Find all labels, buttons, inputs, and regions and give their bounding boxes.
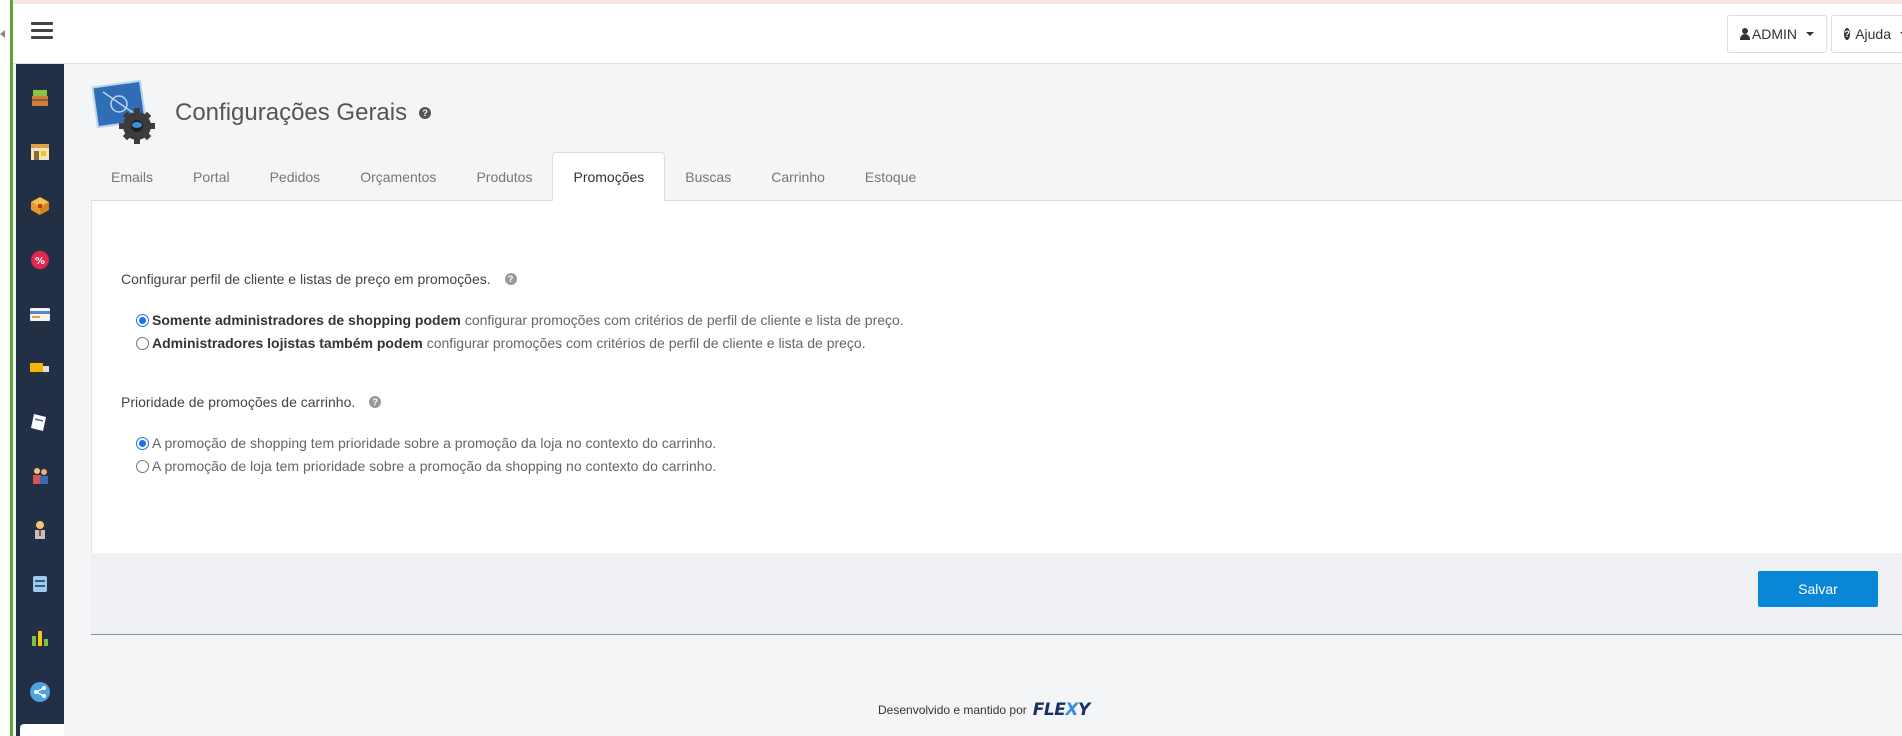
truck-icon[interactable] bbox=[28, 356, 52, 380]
form-actions-bar: Salvar bbox=[91, 553, 1902, 635]
tab-produtos[interactable]: Produtos bbox=[456, 152, 552, 201]
tab-estoque[interactable]: Estoque bbox=[845, 152, 936, 201]
credit-text: Desenvolvido e mantido por bbox=[878, 703, 1027, 717]
radio-button[interactable] bbox=[136, 436, 149, 450]
bar-chart-icon[interactable] bbox=[28, 626, 52, 650]
question-circle-icon[interactable]: ? bbox=[369, 396, 382, 408]
tab-emails[interactable]: Emails bbox=[91, 152, 173, 201]
question-circle-icon: ? bbox=[1844, 28, 1851, 40]
top-bar: ADMIN ? Ajuda bbox=[13, 4, 1902, 64]
option-text: A promoção de shopping tem prioridade so… bbox=[152, 435, 717, 451]
radio-button[interactable] bbox=[136, 459, 149, 473]
admin-label: ADMIN bbox=[1751, 26, 1797, 42]
tab-buscas[interactable]: Buscas bbox=[665, 152, 751, 201]
collapse-caret-icon[interactable] bbox=[0, 30, 5, 38]
settings-tabs: Emails Portal Pedidos Orçamentos Produto… bbox=[91, 152, 1902, 202]
profile-option-store-admins[interactable]: Administradores lojistas também podem co… bbox=[136, 335, 866, 351]
box-stack-icon[interactable] bbox=[28, 86, 52, 110]
option-bold-text: Somente administradores de shopping pode… bbox=[152, 312, 461, 328]
priority-option-shopping[interactable]: A promoção de shopping tem prioridade so… bbox=[136, 435, 716, 451]
priority-option-store[interactable]: A promoção de loja tem prioridade sobre … bbox=[136, 458, 716, 474]
priority-setting-text: Prioridade de promoções de carrinho. bbox=[121, 394, 356, 410]
profile-setting-label: Configurar perfil de cliente e listas de… bbox=[121, 271, 517, 287]
profile-option-shopping-only[interactable]: Somente administradores de shopping pode… bbox=[136, 312, 904, 328]
profile-setting-text: Configurar perfil de cliente e listas de… bbox=[121, 271, 491, 287]
option-text: configurar promoções com critérios de pe… bbox=[464, 312, 904, 328]
svg-text:%: % bbox=[35, 256, 45, 267]
hamburger-menu-icon[interactable] bbox=[31, 22, 53, 40]
tab-portal[interactable]: Portal bbox=[173, 152, 250, 201]
share-icon[interactable] bbox=[28, 680, 52, 704]
priority-setting-label: Prioridade de promoções de carrinho. ? bbox=[121, 394, 382, 410]
option-text: configurar promoções com critérios de pe… bbox=[426, 335, 866, 351]
flexy-logo[interactable]: FLEXY bbox=[1033, 700, 1090, 720]
person-icon[interactable] bbox=[28, 518, 52, 542]
tab-carrinho[interactable]: Carrinho bbox=[751, 152, 845, 201]
radio-button[interactable] bbox=[136, 336, 149, 350]
package-icon[interactable] bbox=[28, 194, 52, 218]
help-label: Ajuda bbox=[1855, 26, 1891, 42]
database-icon[interactable] bbox=[28, 572, 52, 596]
option-bold-text: Administradores lojistas também podem bbox=[152, 335, 423, 351]
left-edge-stripe bbox=[0, 0, 13, 736]
discount-icon[interactable]: % bbox=[28, 248, 52, 272]
tab-orcamentos[interactable]: Orçamentos bbox=[340, 152, 456, 201]
store-icon[interactable] bbox=[28, 140, 52, 164]
sidebar: % bbox=[16, 64, 64, 736]
question-circle-icon[interactable]: ? bbox=[419, 107, 432, 119]
page-header: Configurações Gerais ? bbox=[91, 78, 432, 148]
help-menu-button[interactable]: ? Ajuda bbox=[1831, 15, 1902, 53]
caret-down-icon bbox=[1806, 32, 1814, 36]
tab-promocoes[interactable]: Promoções bbox=[552, 152, 666, 202]
user-icon bbox=[1740, 28, 1750, 40]
page-title: Configurações Gerais bbox=[175, 99, 408, 126]
credit-card-icon[interactable] bbox=[28, 302, 52, 326]
users-icon[interactable] bbox=[28, 464, 52, 488]
radio-button[interactable] bbox=[136, 313, 149, 327]
save-button[interactable]: Salvar bbox=[1758, 571, 1878, 607]
sidebar-bottom-tab bbox=[20, 724, 64, 736]
admin-menu-button[interactable]: ADMIN bbox=[1727, 15, 1827, 53]
promotions-settings-panel: Configurar perfil de cliente e listas de… bbox=[91, 201, 1902, 553]
option-text: A promoção de loja tem prioridade sobre … bbox=[152, 458, 717, 474]
question-circle-icon[interactable]: ? bbox=[504, 273, 517, 285]
tab-pedidos[interactable]: Pedidos bbox=[250, 152, 341, 201]
note-icon[interactable] bbox=[28, 410, 52, 434]
footer-credit: Desenvolvido e mantido por FLEXY bbox=[878, 700, 1090, 720]
settings-gear-icon bbox=[91, 78, 161, 148]
